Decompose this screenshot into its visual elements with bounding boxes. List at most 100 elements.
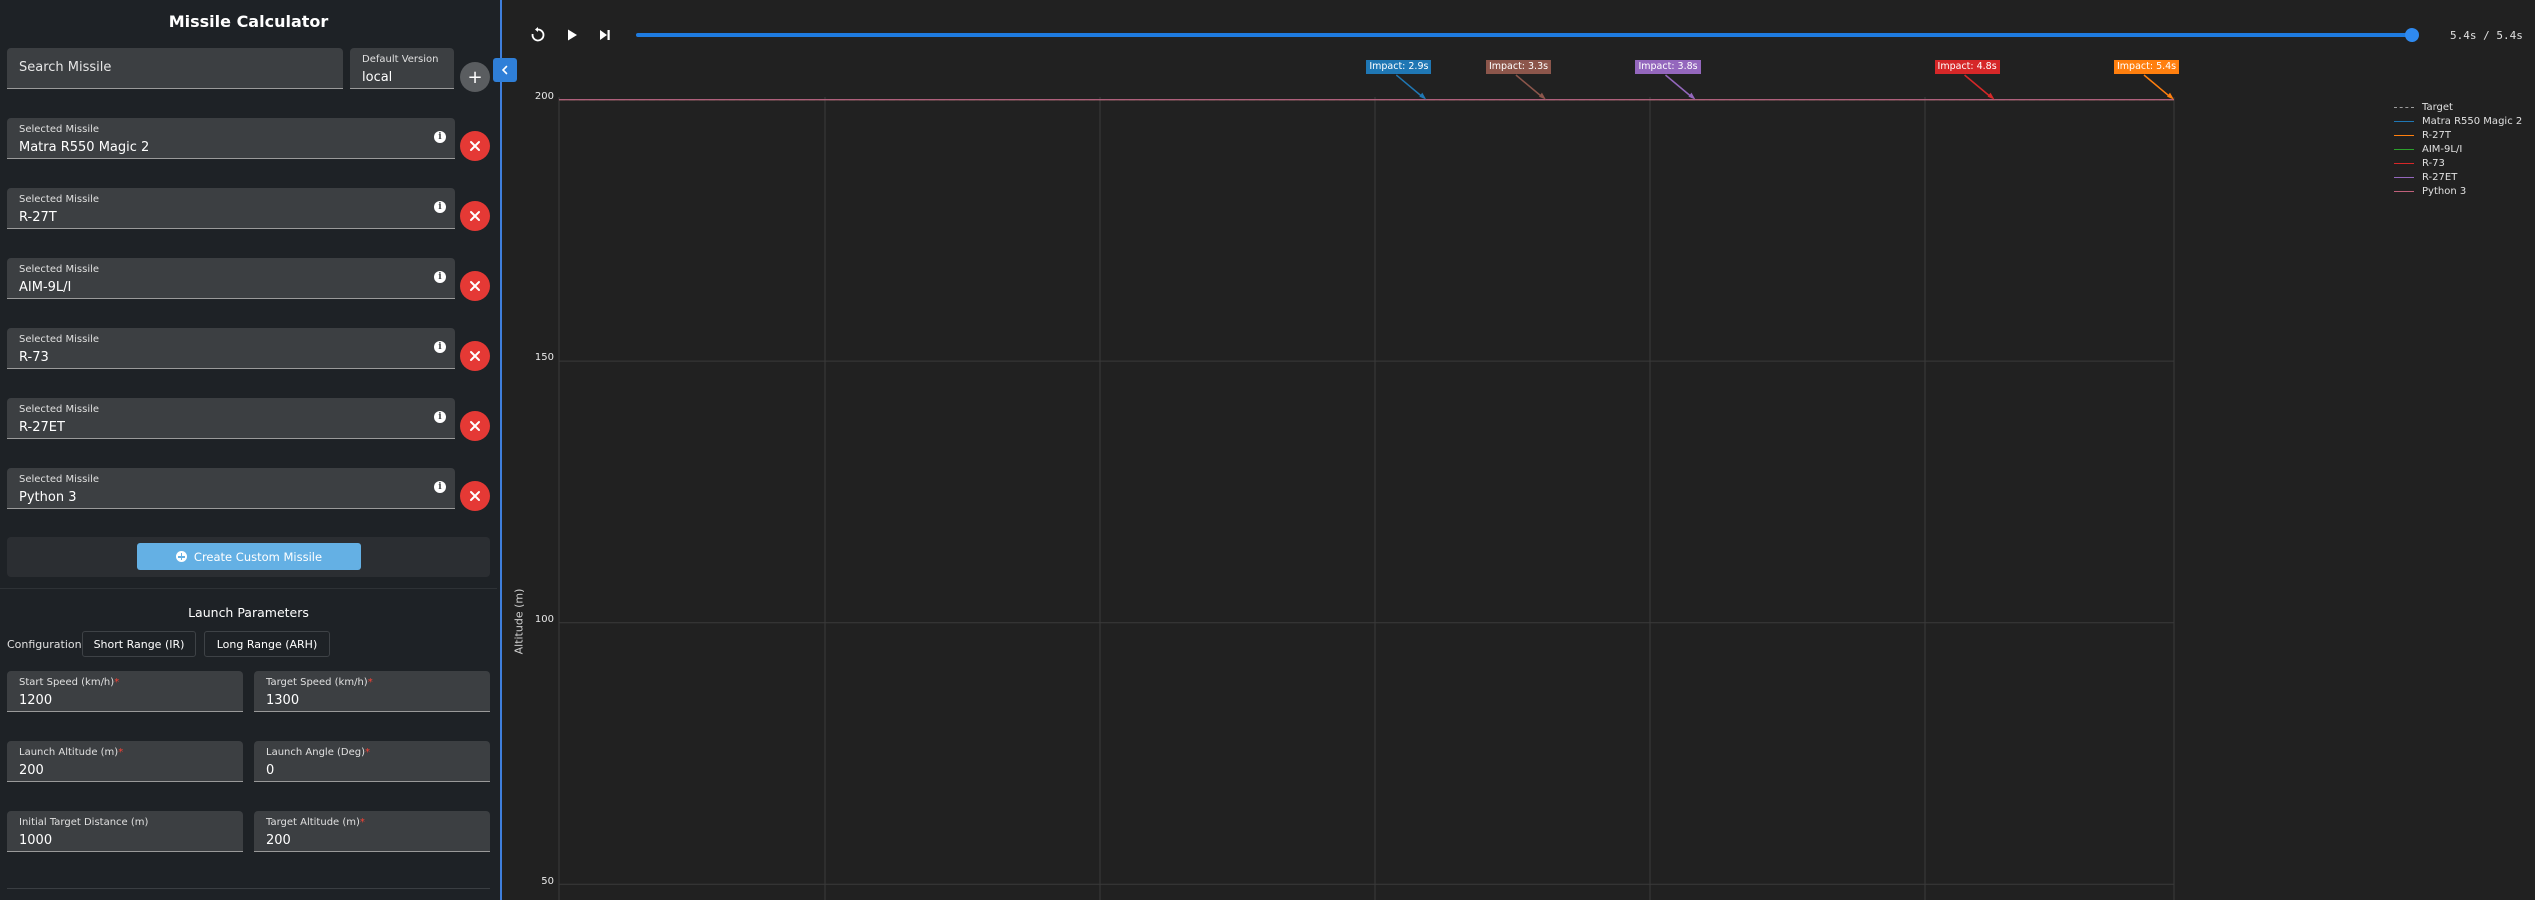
timeline-slider-track[interactable] xyxy=(636,33,2412,37)
legend-item[interactable]: R-27T xyxy=(2394,128,2522,142)
search-missile-input[interactable]: Search Missile xyxy=(7,48,343,89)
selected-missile-field[interactable]: Selected Missile Matra R550 Magic 2 i xyxy=(7,118,455,159)
close-icon xyxy=(470,351,480,361)
selected-missile-label: Selected Missile xyxy=(19,474,100,485)
close-icon xyxy=(470,141,480,151)
remove-missile-button[interactable] xyxy=(460,271,490,301)
legend-swatch xyxy=(2394,176,2414,178)
impact-label: Impact: 5.4s xyxy=(2114,60,2180,74)
launch-parameters-title: Launch Parameters xyxy=(188,605,309,620)
impact-arrow xyxy=(1664,74,1693,99)
legend-swatch xyxy=(2394,134,2414,136)
selected-missile-label: Selected Missile xyxy=(19,194,100,205)
divider xyxy=(7,888,490,889)
selected-missile-value: AIM-9L/I xyxy=(19,280,72,295)
launch-angle-field[interactable]: Launch Angle (Deg)* 0 xyxy=(254,741,490,782)
target-speed-label: Target Speed (km/h)* xyxy=(266,677,373,688)
selected-missile-field[interactable]: Selected Missile R-73 i xyxy=(7,328,455,369)
launch-altitude-label-text: Launch Altitude (m) xyxy=(19,747,119,758)
chevron-left-icon xyxy=(501,65,508,75)
launch-angle-label-text: Launch Angle (Deg) xyxy=(266,747,366,758)
y-tick-label: 150 xyxy=(534,352,554,363)
legend-item[interactable]: Matra R550 Magic 2 xyxy=(2394,114,2522,128)
legend-label: Target xyxy=(2422,101,2453,113)
impact-arrow xyxy=(1964,74,1993,99)
create-custom-missile-button[interactable]: Create Custom Missile xyxy=(137,543,361,570)
legend-label: R-27ET xyxy=(2422,171,2458,183)
trajectory-plot[interactable] xyxy=(504,0,2535,900)
impact-arrowhead xyxy=(1688,92,1696,100)
impact-label: Impact: 4.8s xyxy=(1934,60,2000,74)
short-range-config-button[interactable]: Short Range (IR) xyxy=(82,631,196,657)
target-altitude-field[interactable]: Target Altitude (m)* 200 xyxy=(254,811,490,852)
play-button[interactable] xyxy=(563,26,581,44)
legend-label: AIM-9L/I xyxy=(2422,143,2463,155)
timeline-slider-thumb[interactable] xyxy=(2405,28,2419,42)
legend-item[interactable]: Python 3 xyxy=(2394,184,2522,198)
remove-missile-button[interactable] xyxy=(460,411,490,441)
initial-target-distance-label-text: Initial Target Distance (m) xyxy=(19,817,149,828)
impact-arrowhead xyxy=(1987,92,1995,100)
skip-end-icon xyxy=(600,30,610,40)
info-icon[interactable]: i xyxy=(434,411,446,423)
info-icon[interactable]: i xyxy=(434,271,446,283)
legend-item[interactable]: Target xyxy=(2394,100,2522,114)
y-tick-label: 100 xyxy=(534,614,554,625)
legend-item[interactable]: R-73 xyxy=(2394,156,2522,170)
required-marker: * xyxy=(118,747,124,758)
divider xyxy=(0,588,497,589)
remove-missile-button[interactable] xyxy=(460,341,490,371)
restart-icon xyxy=(531,27,545,42)
impact-label: Impact: 2.9s xyxy=(1366,60,1432,74)
add-missile-button[interactable]: + xyxy=(460,62,490,92)
required-marker: * xyxy=(359,817,365,828)
selected-missile-field[interactable]: Selected Missile Python 3 i xyxy=(7,468,455,509)
skip-to-end-button[interactable] xyxy=(596,26,614,44)
info-icon[interactable]: i xyxy=(434,341,446,353)
legend-swatch xyxy=(2394,148,2414,150)
launch-altitude-value: 200 xyxy=(19,763,44,778)
selected-missile-field[interactable]: Selected Missile R-27T i xyxy=(7,188,455,229)
legend-label: R-27T xyxy=(2422,129,2451,141)
time-readout: 5.4s / 5.4s xyxy=(2450,29,2523,42)
start-speed-value: 1200 xyxy=(19,693,53,708)
selected-missile-label: Selected Missile xyxy=(19,404,100,415)
required-marker: * xyxy=(365,747,371,758)
launch-angle-label: Launch Angle (Deg)* xyxy=(266,747,370,758)
target-speed-label-text: Target Speed (km/h) xyxy=(266,677,368,688)
info-icon[interactable]: i xyxy=(434,131,446,143)
remove-missile-button[interactable] xyxy=(460,201,490,231)
legend-swatch xyxy=(2394,120,2414,122)
legend-swatch xyxy=(2394,106,2414,108)
info-icon[interactable]: i xyxy=(434,481,446,493)
default-version-value: local xyxy=(362,70,393,85)
long-range-config-button[interactable]: Long Range (ARH) xyxy=(204,631,330,657)
start-speed-label-text: Start Speed (km/h) xyxy=(19,677,115,688)
close-icon xyxy=(470,491,480,501)
default-version-select[interactable]: Default Version local xyxy=(350,48,454,89)
selected-missile-field[interactable]: Selected Missile AIM-9L/I i xyxy=(7,258,455,299)
selected-missile-label: Selected Missile xyxy=(19,334,100,345)
impact-arrowhead xyxy=(1419,92,1427,100)
default-version-label: Default Version xyxy=(362,54,439,65)
collapse-sidebar-button[interactable] xyxy=(493,58,517,82)
sidebar: Missile Calculator Search Missile Defaul… xyxy=(0,0,502,900)
initial-target-distance-field[interactable]: Initial Target Distance (m) 1000 xyxy=(7,811,243,852)
info-icon[interactable]: i xyxy=(434,201,446,213)
launch-altitude-field[interactable]: Launch Altitude (m)* 200 xyxy=(7,741,243,782)
selected-missile-field[interactable]: Selected Missile R-27ET i xyxy=(7,398,455,439)
remove-missile-button[interactable] xyxy=(460,131,490,161)
target-speed-field[interactable]: Target Speed (km/h)* 1300 xyxy=(254,671,490,712)
target-speed-value: 1300 xyxy=(266,693,300,708)
start-speed-field[interactable]: Start Speed (km/h)* 1200 xyxy=(7,671,243,712)
legend-item[interactable]: AIM-9L/I xyxy=(2394,142,2522,156)
remove-missile-button[interactable] xyxy=(460,481,490,511)
target-altitude-label-text: Target Altitude (m) xyxy=(266,817,360,828)
selected-missile-value: Matra R550 Magic 2 xyxy=(19,140,150,155)
restart-button[interactable] xyxy=(529,26,547,44)
legend-item[interactable]: R-27ET xyxy=(2394,170,2522,184)
legend-swatch xyxy=(2394,190,2414,192)
impact-label: Impact: 3.8s xyxy=(1635,60,1701,74)
play-icon xyxy=(568,29,577,41)
close-icon xyxy=(470,211,480,221)
